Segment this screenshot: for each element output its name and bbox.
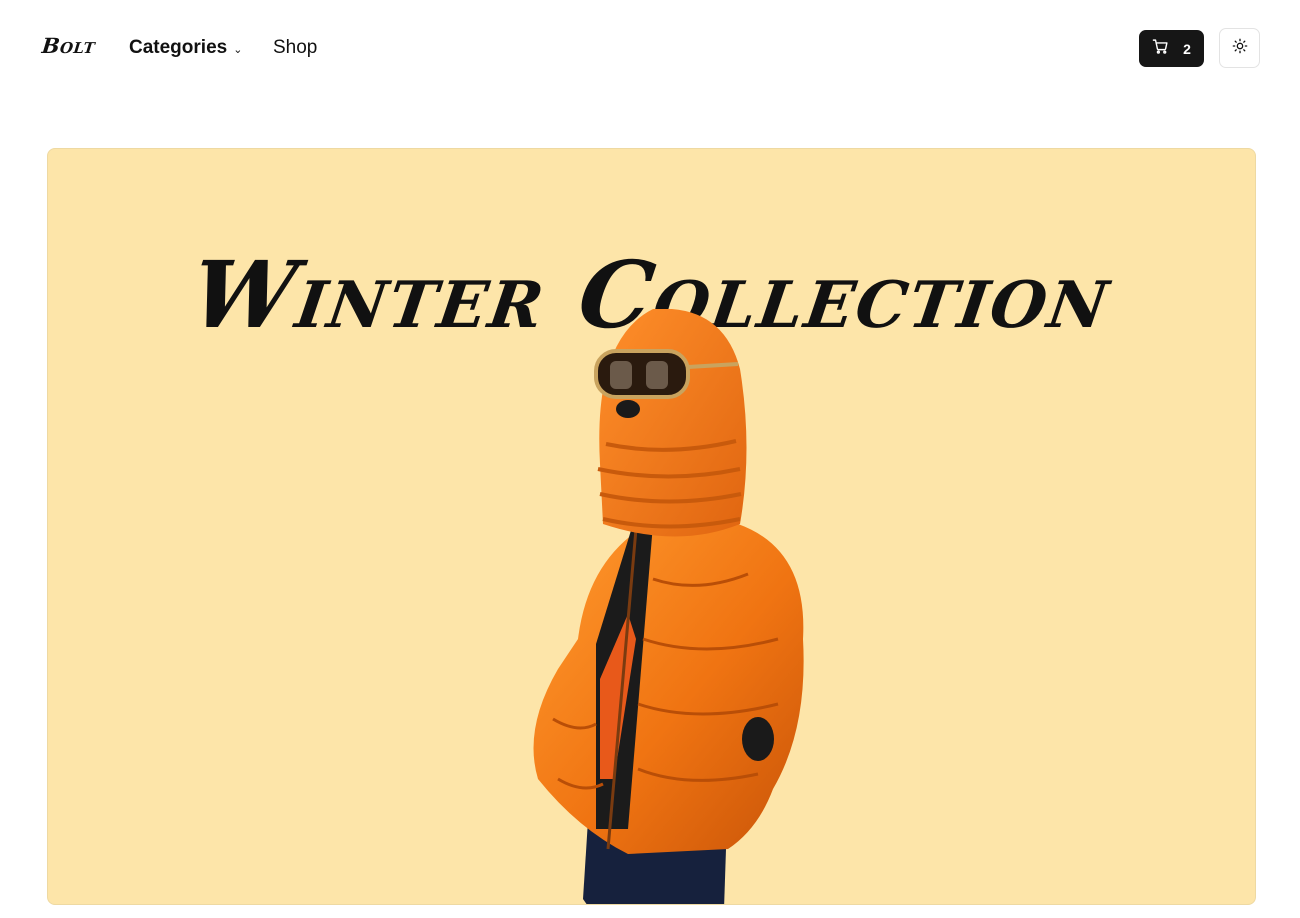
top-navbar: Bolt Categories ⌄ Shop 2: [0, 0, 1300, 98]
cart-button[interactable]: 2: [1139, 30, 1204, 67]
sun-icon: [1232, 38, 1248, 59]
nav-shop-link[interactable]: Shop: [273, 37, 317, 59]
cart-icon: [1152, 38, 1169, 60]
nav-categories-label: Categories: [129, 37, 228, 58]
cart-count-badge: 2: [1183, 40, 1191, 57]
brand-logo[interactable]: Bolt: [41, 33, 97, 58]
nav-categories-dropdown[interactable]: Categories ⌄: [129, 37, 242, 59]
chevron-down-icon: ⌄: [233, 43, 243, 56]
hero-banner[interactable]: Winter Collection: [47, 148, 1256, 905]
hero-model-image: [533, 309, 804, 904]
theme-toggle-button[interactable]: [1219, 28, 1260, 68]
